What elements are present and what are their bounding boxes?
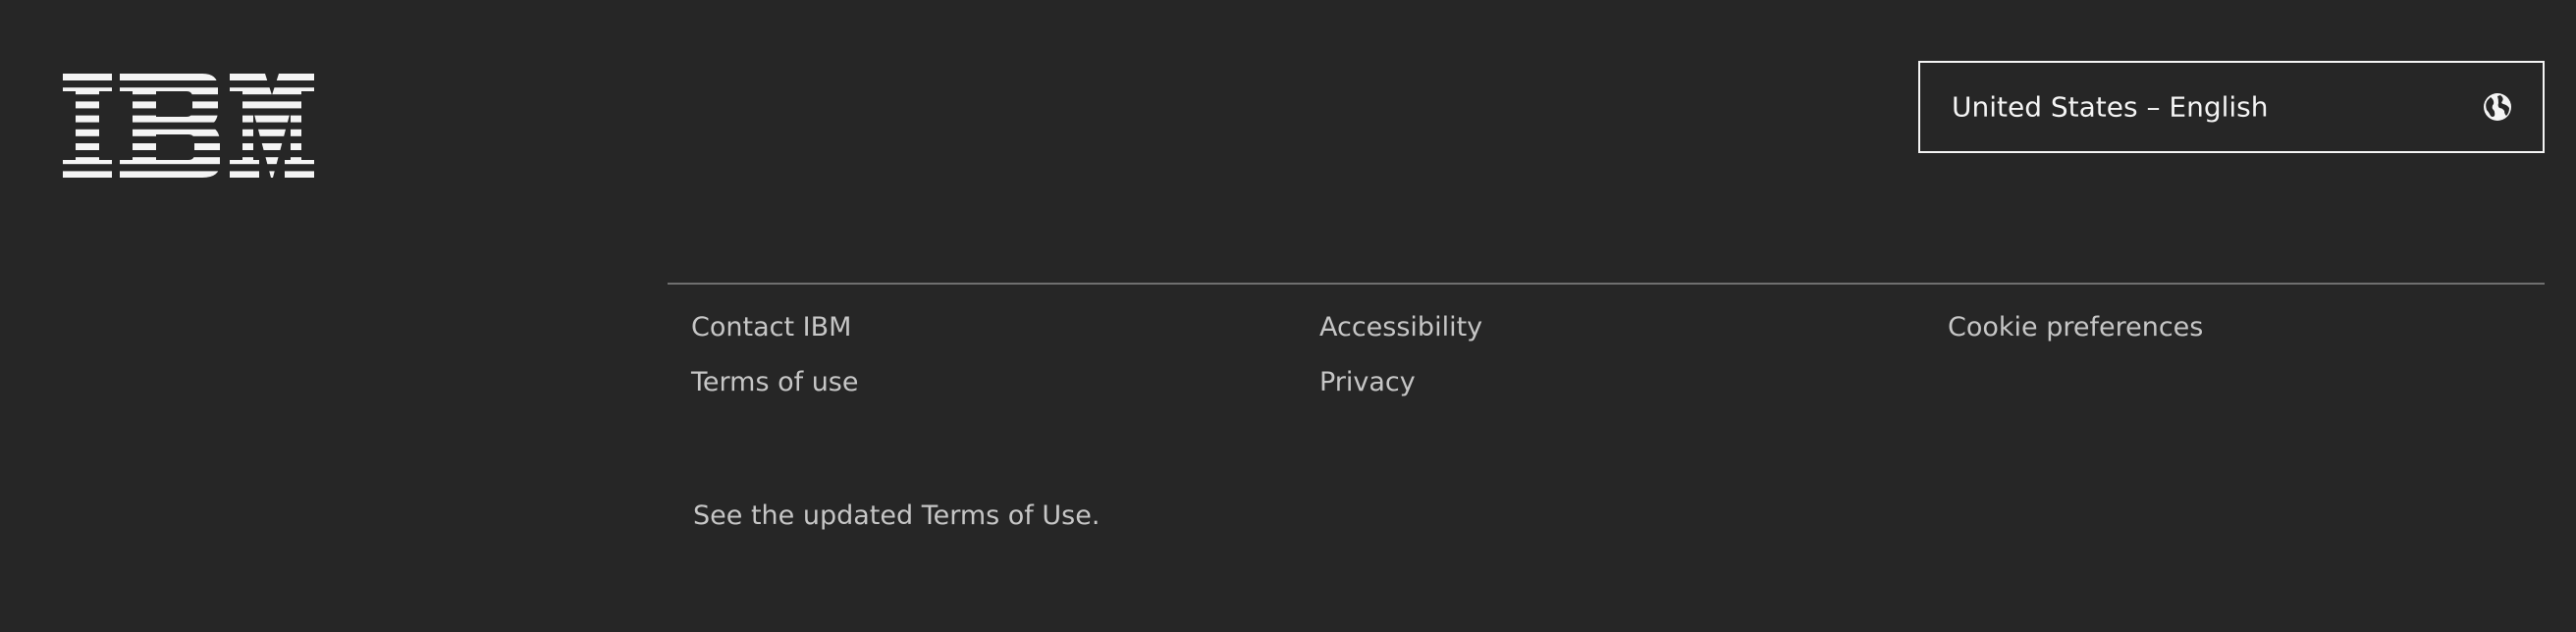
ibm-logo-icon[interactable]	[63, 74, 314, 178]
contact-ibm-link[interactable]: Contact IBM	[691, 312, 851, 342]
terms-of-use-link[interactable]: Terms of use	[691, 367, 859, 397]
privacy-link[interactable]: Privacy	[1319, 367, 1416, 397]
footer-links: Contact IBM Terms of use Accessibility P…	[691, 312, 2545, 420]
page-footer: United States – English Contact IBM Term…	[0, 0, 2576, 632]
accessibility-link[interactable]: Accessibility	[1319, 312, 1482, 342]
footer-divider	[668, 283, 2545, 285]
cookie-preferences-link[interactable]: Cookie preferences	[1948, 312, 2203, 342]
globe-icon	[2484, 93, 2511, 121]
locale-selector[interactable]: United States – English	[1918, 61, 2545, 153]
terms-update-notice: See the updated Terms of Use.	[693, 500, 1100, 531]
locale-label: United States – English	[1952, 90, 2269, 124]
